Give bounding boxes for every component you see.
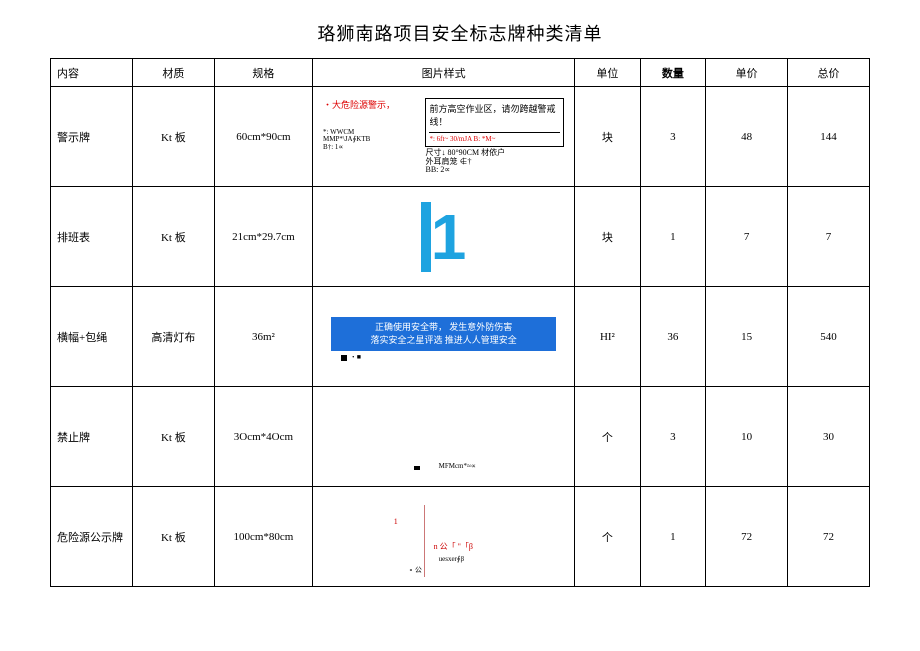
th-content: 内容 — [51, 59, 133, 87]
cell-content: 禁止牌 — [51, 387, 133, 487]
safety-sign-table: 内容 材质 规格 图片样式 单位 数量 单价 总价 警示牌 Kt 板 60cm*… — [50, 58, 870, 587]
cell-total: 72 — [788, 487, 870, 587]
sample-banner: 正确使用安全带， 发生意外防伤害 落实安全之星评选 推进人人管理安全 — [331, 317, 556, 350]
th-total: 总价 — [788, 59, 870, 87]
th-unit: 单位 — [575, 59, 641, 87]
cell-total: 144 — [788, 87, 870, 187]
cell-unit: 个 — [575, 487, 641, 587]
cell-spec: 36m² — [214, 287, 312, 387]
cell-total: 30 — [788, 387, 870, 487]
sample-u: uesxer∮β — [439, 555, 464, 563]
cell-uprice: 7 — [706, 187, 788, 287]
sample-box-text: 前方高空作业区，请勿跨越警戒线！ — [429, 102, 560, 128]
cell-content: 排班表 — [51, 187, 133, 287]
cell-uprice: 72 — [706, 487, 788, 587]
table-row: 危险源公示牌 Kt 板 100cm*80cm 1 n 公「 "「β uesxer… — [51, 487, 870, 587]
th-image: 图片样式 — [313, 59, 575, 87]
sample-dot-label: ・■ — [350, 353, 361, 361]
cell-total: 540 — [788, 287, 870, 387]
sample-tiny-text: MFMcm*≈∝ — [439, 462, 476, 470]
cell-material: Kt 板 — [132, 487, 214, 587]
cell-sample: MFMcm*≈∝ — [313, 387, 575, 487]
sample-dot-icon — [341, 355, 347, 361]
sample-one: 1 — [394, 517, 398, 526]
cell-total: 7 — [788, 187, 870, 287]
page-title: 珞狮南路项目安全标志牌种类清单 — [50, 20, 870, 46]
cell-qty: 36 — [640, 287, 706, 387]
th-material: 材质 — [132, 59, 214, 87]
cell-material: 高清灯布 — [132, 287, 214, 387]
cell-spec: 21cm*29.7cm — [214, 187, 312, 287]
th-uprice: 单价 — [706, 59, 788, 87]
cell-unit: 块 — [575, 187, 641, 287]
cell-material: Kt 板 — [132, 387, 214, 487]
table-row: 排班表 Kt 板 21cm*29.7cm 1 块 1 7 7 — [51, 187, 870, 287]
sample-foot: BB: 2∝ — [425, 165, 450, 174]
sample-vline — [424, 505, 425, 577]
sample-foot: 尺寸↓ 80°90CM 材依户 — [425, 148, 505, 157]
sample-number: 1 — [431, 205, 467, 269]
sample-block-icon — [414, 466, 420, 470]
cell-qty: 1 — [640, 487, 706, 587]
cell-sample: 1 — [313, 187, 575, 287]
sample-foot: 外耳肩笼 ∉† — [425, 157, 471, 166]
cell-qty: 3 — [640, 87, 706, 187]
sample-box-small: *: 6ft~ 30/mJA B: *M~ — [429, 132, 560, 143]
cell-spec: 60cm*90cm — [214, 87, 312, 187]
cell-unit: 个 — [575, 387, 641, 487]
cell-content: 危险源公示牌 — [51, 487, 133, 587]
cell-material: Kt 板 — [132, 87, 214, 187]
cell-uprice: 15 — [706, 287, 788, 387]
sample-p: ∘ 公 — [409, 565, 422, 575]
sample-tiny: B†: 1∝ — [323, 144, 419, 152]
cell-sample: 1 n 公「 "「β uesxer∮β ∘ 公 — [313, 487, 575, 587]
cell-spec: 100cm*80cm — [214, 487, 312, 587]
sample-g: n 公「 "「β — [434, 541, 473, 552]
table-row: 警示牌 Kt 板 60cm*90cm ・大危险源警示， *: WWCM MMP*… — [51, 87, 870, 187]
th-qty: 数量 — [640, 59, 706, 87]
cell-uprice: 10 — [706, 387, 788, 487]
header-row: 内容 材质 规格 图片样式 单位 数量 单价 总价 — [51, 59, 870, 87]
sample-blue-bar — [421, 202, 431, 272]
cell-qty: 1 — [640, 187, 706, 287]
table-row: 横幅+包绳 高清灯布 36m² 正确使用安全带， 发生意外防伤害 落实安全之星评… — [51, 287, 870, 387]
cell-sample: 正确使用安全带， 发生意外防伤害 落实安全之星评选 推进人人管理安全 ・■ — [313, 287, 575, 387]
cell-spec: 3Ocm*4Ocm — [214, 387, 312, 487]
cell-qty: 3 — [640, 387, 706, 487]
cell-content: 横幅+包绳 — [51, 287, 133, 387]
cell-material: Kt 板 — [132, 187, 214, 287]
cell-uprice: 48 — [706, 87, 788, 187]
cell-unit: 块 — [575, 87, 641, 187]
th-spec: 规格 — [214, 59, 312, 87]
sample-red-text: ・大危险源警示， — [323, 98, 419, 111]
table-row: 禁止牌 Kt 板 3Ocm*4Ocm MFMcm*≈∝ 个 3 10 30 — [51, 387, 870, 487]
cell-content: 警示牌 — [51, 87, 133, 187]
cell-sample: ・大危险源警示， *: WWCM MMP*\JA∮KTB B†: 1∝ 前方高空… — [313, 87, 575, 187]
cell-unit: HI² — [575, 287, 641, 387]
